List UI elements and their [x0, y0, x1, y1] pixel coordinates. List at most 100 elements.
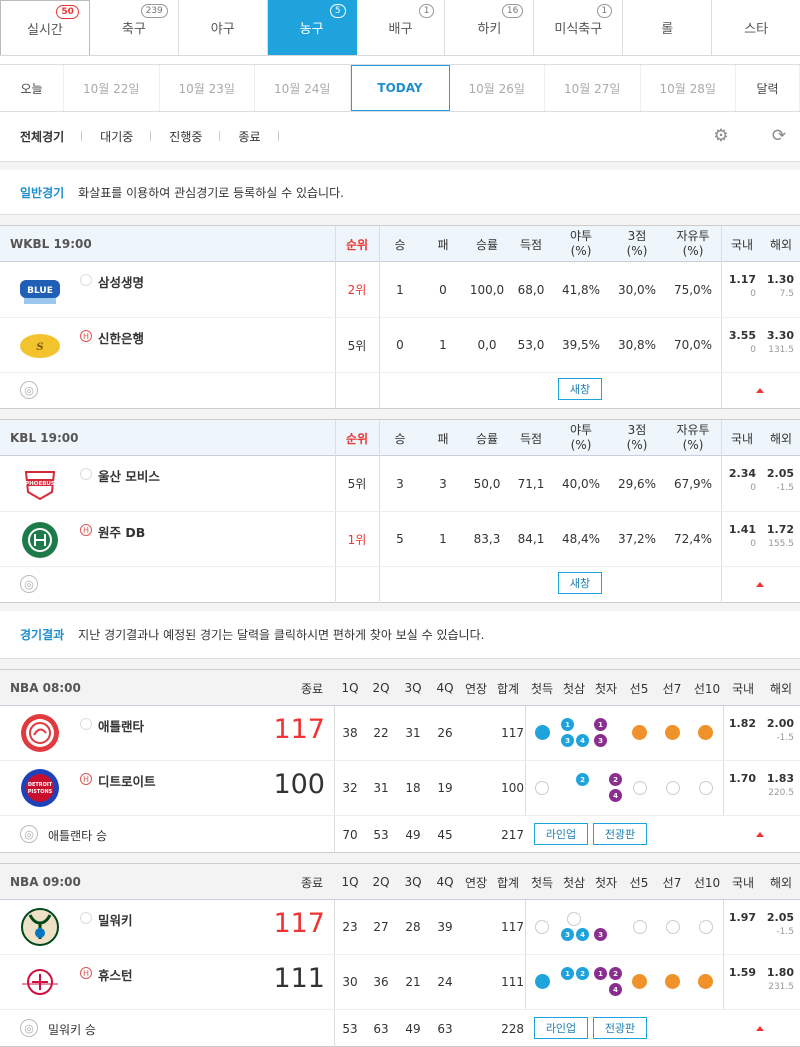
domestic-odds[interactable]: 1.41: [720, 523, 756, 536]
date-item[interactable]: 10월 26일: [450, 65, 545, 111]
spacer: [0, 162, 800, 170]
new-window-button[interactable]: 새창: [558, 378, 602, 400]
filter-all[interactable]: 전체경기: [20, 128, 83, 145]
col-points: 득점: [519, 431, 543, 446]
first-three-marker: 2: [576, 773, 589, 786]
team-name: 삼성생명: [98, 275, 145, 290]
intl-odds[interactable]: 1.72: [758, 523, 794, 536]
calendar-button[interactable]: 달력: [736, 65, 800, 111]
spacer: [0, 603, 800, 611]
first-ft-marker: 1: [594, 967, 607, 980]
favorite-arrow-icon[interactable]: [756, 832, 764, 837]
total-sum: 228: [501, 1022, 524, 1036]
globe-icon[interactable]: ◎: [20, 1019, 38, 1037]
col-total: 합계: [496, 875, 520, 890]
svg-text:PISTONS: PISTONS: [28, 789, 53, 795]
intl-odds[interactable]: 2.00: [758, 717, 794, 730]
tab-label: 배구: [388, 22, 413, 37]
tab-hockey[interactable]: 하키 16: [445, 0, 535, 55]
col-win: 승: [394, 237, 406, 252]
count-badge: 50: [56, 5, 79, 19]
final-score: 117: [273, 714, 325, 745]
domestic-odds[interactable]: 3.55: [720, 329, 756, 342]
q1-score: 23: [342, 920, 358, 934]
col-q3: 3Q: [404, 681, 422, 695]
globe-icon[interactable]: ◎: [20, 381, 38, 399]
col-total: 합계: [496, 681, 520, 696]
tab-baseball[interactable]: 야구: [178, 0, 268, 55]
tab-label: 롤: [661, 22, 674, 37]
date-item[interactable]: 10월 24일: [255, 65, 351, 111]
first-ft-marker: 2: [609, 967, 622, 980]
date-item[interactable]: 10월 23일: [160, 65, 255, 111]
empty-marker: [699, 920, 713, 934]
notice-results: 경기결과 지난 경기결과나 예정된 경기는 달력을 클릭하시면 편하게 찾아 보…: [0, 611, 800, 659]
domestic-odds[interactable]: 2.34: [720, 467, 756, 480]
filter-ended[interactable]: 종료: [238, 128, 279, 145]
date-item[interactable]: 10월 22일: [64, 65, 160, 111]
favorite-arrow-icon[interactable]: [756, 1026, 764, 1031]
new-window-button[interactable]: 새창: [558, 572, 602, 594]
domestic-odds[interactable]: 1.82: [720, 717, 756, 730]
globe-icon[interactable]: ◎: [20, 825, 38, 843]
q4-score: 39: [437, 920, 453, 934]
tab-football[interactable]: 미식축구 1: [534, 0, 624, 55]
svg-text:S: S: [36, 342, 43, 353]
refresh-icon[interactable]: ⟳: [769, 126, 789, 146]
intl-odds[interactable]: 3.30: [758, 329, 794, 342]
date-item[interactable]: 10월 28일: [641, 65, 736, 111]
intl-odds[interactable]: 1.80: [758, 966, 794, 979]
domestic-odds[interactable]: 1.70: [720, 772, 756, 785]
q4-score: 26: [437, 726, 453, 740]
filter-live[interactable]: 진행중: [169, 128, 221, 145]
q2-score: 36: [373, 975, 389, 989]
count-badge: 5: [329, 4, 346, 18]
tab-lol[interactable]: 롤: [623, 0, 713, 55]
domestic-odds[interactable]: 1.17: [720, 273, 756, 286]
date-item[interactable]: 10월 27일: [545, 65, 641, 111]
intl-odds[interactable]: 1.30: [758, 273, 794, 286]
team-name: 울산 모비스: [98, 469, 160, 484]
team-logo: [18, 906, 62, 946]
col-q3: 3Q: [404, 875, 422, 889]
total-sum: 217: [501, 828, 524, 842]
total-score: 117: [501, 726, 524, 740]
ft-pct: 75,0%: [673, 282, 713, 297]
col-domestic: 국내: [731, 681, 755, 696]
team-logo: PHOEBUS: [18, 464, 62, 504]
col-domestic: 국내: [730, 237, 754, 252]
gear-icon[interactable]: ⚙: [711, 126, 731, 146]
lineup-button[interactable]: 라인업: [534, 823, 588, 845]
tab-basketball[interactable]: 농구 5: [267, 0, 357, 55]
first-ft-marker: 4: [609, 983, 622, 996]
filter-waiting[interactable]: 대기중: [100, 128, 152, 145]
today-button[interactable]: 오늘: [0, 65, 64, 111]
notice-text: 지난 경기결과나 예정된 경기는 달력을 클릭하시면 편하게 찾아 보실 수 있…: [78, 628, 485, 642]
q3-score: 21: [405, 975, 421, 989]
favorite-arrow-icon[interactable]: [756, 582, 764, 587]
favorite-arrow-icon[interactable]: [756, 388, 764, 393]
intl-odds[interactable]: 2.05: [758, 467, 794, 480]
col-points: 득점: [519, 237, 543, 252]
domestic-odds[interactable]: 1.59: [720, 966, 756, 979]
scoreboard-button[interactable]: 전광판: [593, 823, 647, 845]
intl-odds[interactable]: 2.05: [758, 911, 794, 924]
globe-icon[interactable]: ◎: [20, 575, 38, 593]
tab-volleyball[interactable]: 배구 1: [356, 0, 446, 55]
team-logo: [18, 962, 62, 1002]
tab-live[interactable]: 실시간 50: [0, 0, 90, 55]
q4-score: 19: [437, 781, 453, 795]
scoreboard-button[interactable]: 전광판: [593, 1017, 647, 1039]
domestic-odds[interactable]: 1.97: [720, 911, 756, 924]
col-q2: 2Q: [372, 875, 390, 889]
lineup-button[interactable]: 라인업: [534, 1017, 588, 1039]
three-pct: 37,2%: [617, 532, 657, 546]
tab-soccer[interactable]: 축구 239: [89, 0, 179, 55]
tab-starcraft[interactable]: 스타: [712, 0, 800, 55]
intl-odds[interactable]: 1.83: [758, 772, 794, 785]
first-three-marker: 1: [561, 718, 574, 731]
date-today[interactable]: TODAY: [350, 65, 450, 111]
win-rate: 0,0: [477, 338, 497, 352]
col-three: 3점 (%): [626, 423, 648, 452]
intl-line: 231.5: [768, 982, 794, 992]
